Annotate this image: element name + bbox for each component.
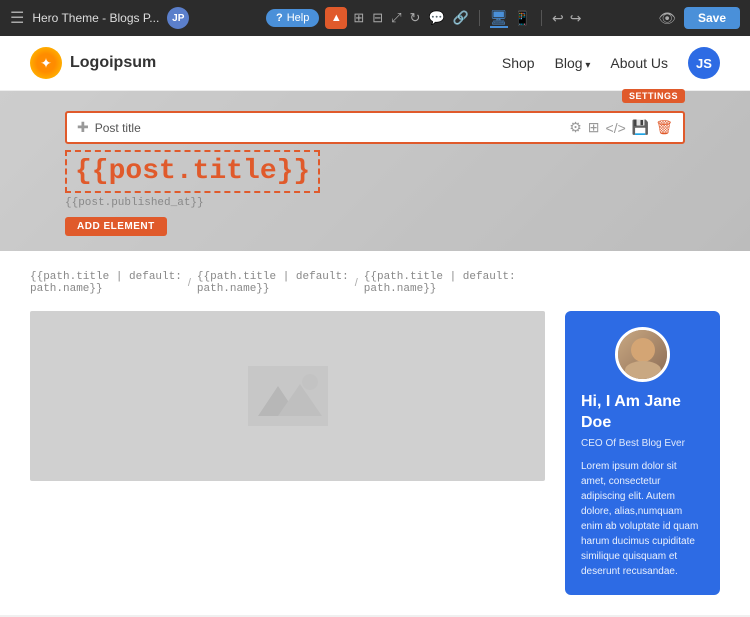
delete-icon[interactable]: 🗑 [655, 119, 673, 136]
nav-links: Shop Blog About Us JS [502, 47, 720, 79]
post-title-wrapper: SETTINGS ✚ Post title ⚙ ⊞ </> 💾 🗑 {{post… [65, 111, 685, 236]
placeholder-inner [248, 366, 328, 426]
grid-icon[interactable]: ⊞ [353, 10, 364, 26]
content-grid: Hi, I Am Jane Doe CEO Of Best Blog Ever … [30, 311, 720, 595]
content-sidebar: Hi, I Am Jane Doe CEO Of Best Blog Ever … [565, 311, 720, 595]
nav-user-avatar: JS [688, 47, 720, 79]
nav-blog[interactable]: Blog [555, 55, 591, 71]
logo: Logoipsum [30, 47, 156, 79]
device-icons: 🖥 📱 [490, 9, 531, 28]
breadcrumb-item-3[interactable]: {{path.title | default:path.name}} [364, 271, 516, 295]
post-title-bar-icons: ⚙ ⊞ </> 💾 🗑 [569, 119, 673, 136]
author-avatar-image [618, 330, 667, 379]
toolbar-separator-2 [541, 10, 542, 26]
post-title-bar: ✚ Post title ⚙ ⊞ </> 💾 🗑 [65, 111, 685, 144]
menu-icon[interactable]: ☰ [10, 8, 24, 28]
desktop-icon[interactable]: 🖥 [490, 9, 508, 28]
save-icon[interactable]: 💾 [632, 119, 649, 136]
logo-icon [30, 47, 62, 79]
alert-button[interactable]: ▲ [325, 7, 347, 29]
author-role: CEO Of Best Blog Ever [581, 438, 704, 449]
redo-icon[interactable]: ↪ [570, 10, 582, 27]
breadcrumb-item-1: {{path.title | default:path.name}} [30, 271, 182, 295]
hero-section: SETTINGS ✚ Post title ⚙ ⊞ </> 💾 🗑 {{post… [0, 91, 750, 251]
post-title-field[interactable]: {{post.title}} [65, 150, 320, 193]
post-title-bar-left: ✚ Post title [77, 119, 141, 136]
author-name: Hi, I Am Jane Doe [581, 392, 704, 434]
settings-badge[interactable]: SETTINGS [622, 89, 685, 103]
refresh-icon[interactable]: ↻ [410, 10, 421, 26]
nav-shop[interactable]: Shop [502, 55, 535, 71]
add-element-button[interactable]: ADD ELEMENT [65, 217, 167, 236]
mobile-icon[interactable]: 📱 [514, 10, 531, 27]
settings-icon[interactable]: ⚙ [569, 119, 582, 136]
author-avatar [615, 327, 670, 382]
help-button[interactable]: Help [266, 9, 319, 27]
undo-redo: ↩ ↪ [552, 10, 581, 27]
logo-text: Logoipsum [70, 54, 156, 72]
preview-icon[interactable]: 👁 [658, 10, 676, 27]
breadcrumb-item-2: {{path.title | default:path.name}} [197, 271, 349, 295]
article-image-placeholder [30, 311, 545, 481]
toolbar-right: 👁 Save [658, 7, 740, 29]
toolbar-tools: ⊞ ⊟ ⤢ ↻ 💬 🔗 [353, 10, 469, 26]
sidebar-author-card: Hi, I Am Jane Doe CEO Of Best Blog Ever … [565, 311, 720, 595]
main-content: {{path.title | default:path.name}} / {{p… [0, 251, 750, 615]
chat-icon[interactable]: 💬 [428, 10, 444, 26]
toolbar-separator [479, 10, 480, 26]
toolbar-center: Help ▲ ⊞ ⊟ ⤢ ↻ 💬 🔗 🖥 📱 ↩ ↪ [266, 7, 582, 29]
toolbar-title: Hero Theme - Blogs P... [32, 11, 159, 25]
layout-icon[interactable]: ⊟ [372, 10, 383, 26]
toolbar-left: ☰ Hero Theme - Blogs P... JP [10, 7, 189, 29]
code-icon[interactable]: </> [606, 120, 626, 136]
move-icon[interactable]: ⤢ [391, 10, 401, 26]
navbar: Logoipsum Shop Blog About Us JS [0, 36, 750, 91]
post-title-bar-label: Post title [95, 121, 141, 135]
content-main [30, 311, 545, 595]
save-button[interactable]: Save [684, 7, 740, 29]
add-icon[interactable]: ✚ [77, 119, 89, 136]
post-published-field: {{post.published_at}} [65, 197, 685, 209]
toolbar-user-avatar: JP [167, 7, 189, 29]
link-icon[interactable]: 🔗 [453, 10, 469, 26]
undo-icon[interactable]: ↩ [552, 10, 564, 27]
image-icon[interactable]: ⊞ [588, 119, 600, 136]
mountain-icon [248, 366, 328, 426]
nav-about[interactable]: About Us [610, 55, 668, 71]
breadcrumb-sep-2: / [355, 277, 358, 289]
toolbar: ☰ Hero Theme - Blogs P... JP Help ▲ ⊞ ⊟ … [0, 0, 750, 36]
breadcrumb-sep-1: / [188, 277, 191, 289]
breadcrumb: {{path.title | default:path.name}} / {{p… [30, 271, 720, 295]
